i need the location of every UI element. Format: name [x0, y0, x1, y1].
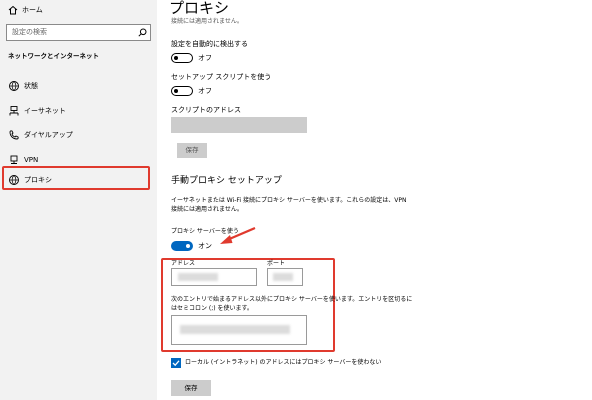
page-title: プロキシ — [169, 0, 230, 17]
sidebar: ホーム 設定の検索 ネットワークとインターネット 状態 イーサネット ダイヤルア… — [0, 0, 157, 400]
section-title: ネットワークとインターネット — [8, 52, 99, 60]
cut-off-text: 接続には適用されません。 — [171, 18, 243, 25]
port-label: ポート — [267, 260, 286, 267]
address-label: アドレス — [171, 260, 196, 267]
blurred-exceptions-value — [180, 325, 290, 334]
red-arrow-annotation — [220, 226, 256, 244]
use-proxy-toggle[interactable] — [171, 241, 193, 251]
auto-detect-label: 設定を自動的に検出する — [171, 40, 248, 48]
script-address-label: スクリプトのアドレス — [171, 106, 241, 114]
home-icon — [8, 5, 18, 15]
local-bypass-checkbox[interactable] — [171, 358, 181, 368]
checkmark-icon — [172, 360, 180, 367]
blurred-address-value — [178, 273, 218, 281]
auto-detect-toggle[interactable] — [171, 53, 193, 63]
home-label: ホーム — [22, 6, 43, 14]
sidebar-item-label: VPN — [24, 156, 39, 164]
sidebar-item-label: イーサネット — [24, 107, 66, 115]
sidebar-item-status[interactable]: 状態 — [0, 76, 157, 96]
sidebar-item-label: 状態 — [24, 82, 38, 90]
sidebar-item-label: ダイヤルアップ — [24, 131, 73, 139]
address-input[interactable] — [171, 268, 257, 286]
exceptions-desc-line2: はセミコロン (;) を使います。 — [171, 305, 253, 312]
main-panel: プロキシ 接続には適用されません。 設定を自動的に検出する オフ セットアップ … — [157, 0, 592, 400]
exceptions-input[interactable] — [171, 315, 307, 345]
script-save-button[interactable]: 保存 — [177, 143, 207, 158]
manual-desc-line2: 接続には適用されません。 — [171, 206, 243, 213]
auto-detect-state: オフ — [198, 54, 212, 62]
setup-script-state: オフ — [198, 87, 212, 95]
globe-status-icon — [9, 81, 19, 91]
dialup-icon — [9, 130, 19, 140]
sidebar-item-dialup[interactable]: ダイヤルアップ — [0, 125, 157, 145]
port-input[interactable] — [267, 268, 303, 286]
home-nav-item[interactable]: ホーム — [0, 2, 157, 20]
setup-script-label: セットアップ スクリプトを使う — [171, 73, 272, 81]
manual-desc-line1: イーサネットまたは Wi-Fi 接続にプロキシ サーバーを使います。これらの設定… — [171, 197, 407, 204]
search-icon[interactable] — [138, 28, 147, 37]
manual-setup-heading: 手動プロキシ セットアップ — [171, 176, 282, 186]
local-bypass-label: ローカル (イントラネット) のアドレスにはプロキシ サーバーを使わない — [185, 359, 382, 366]
sidebar-item-ethernet[interactable]: イーサネット — [0, 101, 157, 121]
setup-script-toggle[interactable] — [171, 86, 193, 96]
proxy-highlight-box — [2, 166, 150, 190]
blurred-port-value — [273, 273, 293, 281]
save-button[interactable]: 保存 — [171, 380, 211, 396]
ethernet-icon — [9, 106, 19, 116]
script-address-input[interactable] — [171, 117, 307, 133]
exceptions-desc-line1: 次のエントリで始まるアドレス以外にプロキシ サーバーを使います。エントリを区切る… — [171, 296, 413, 303]
settings-search-field[interactable]: 設定の検索 — [6, 24, 151, 41]
search-placeholder: 設定の検索 — [12, 28, 47, 36]
use-proxy-state: オン — [198, 242, 212, 250]
vpn-icon — [10, 155, 18, 164]
